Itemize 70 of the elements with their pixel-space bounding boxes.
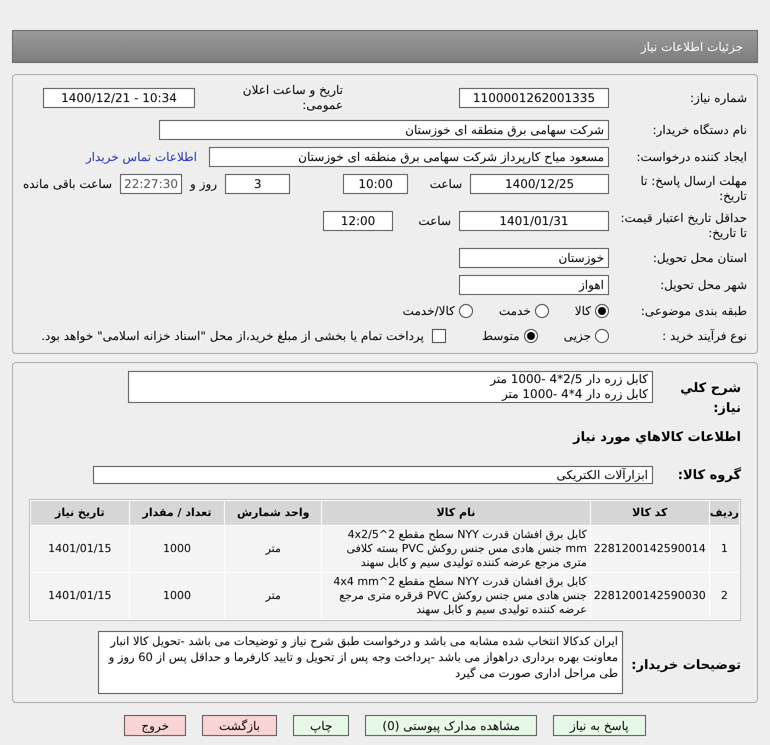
- buyer-notes-field: ایران کدکالا انتخاب شده مشابه می باشد و درخواست طبق شرح نیاز و توضیحات می باشد -تحویل کالا انبار معاونت بهره برداری دراهواز می باشد -پرداخت وجه پس از تحویل و تایید کارفرما و حداقل پس از 60 روز و طی مراحل اداری صورت می گیرد: [98, 631, 623, 694]
- field-label: شهر محل تحویل:: [659, 278, 747, 292]
- action-button[interactable]: خروج: [124, 715, 186, 736]
- table-cell: 1: [710, 526, 739, 572]
- radio-button[interactable]: [595, 304, 609, 318]
- radio-button[interactable]: [524, 329, 538, 343]
- radio-button[interactable]: [595, 329, 609, 343]
- time-label: ساعت: [417, 213, 451, 230]
- days-label: روز و: [190, 176, 218, 193]
- table-cell: کابل برق افشان قدرت NYY سطح مقطع 2^4x4 mm جنس هادی مس جنس روکش PVC قرقره متری مرجع عرضه کننده تولیدی سیم و کابل سهند: [322, 573, 590, 619]
- deadline-time-field: 10:00: [343, 174, 408, 194]
- table-cell: 1401/01/15: [31, 526, 129, 572]
- action-button[interactable]: پاسخ به نیاز: [552, 715, 646, 736]
- city-field: اهواز: [459, 275, 609, 295]
- description-field: کابل زره دار 2/5*4 -1000 متر کابل زره دار 4*4 -1000 متر: [128, 371, 653, 403]
- radio-button[interactable]: [458, 304, 473, 318]
- field-label: طبقه بندی موضوعی:: [640, 304, 747, 318]
- table-cell: متر: [225, 573, 322, 619]
- goods-group-field: ابزارآلات الکتریکی: [93, 466, 653, 484]
- field-label: حداقل تاریخ اعتبار قیمت: تا تاریخ:: [619, 211, 747, 241]
- province-field: خوزستان: [459, 248, 609, 268]
- radio-label: متوسط: [482, 328, 520, 345]
- announce-date-field: 1400/12/21 - 10:34: [43, 88, 195, 108]
- section-heading: اطلاعات کالاهاي مورد نياز: [572, 429, 741, 447]
- action-button[interactable]: چاپ: [293, 715, 350, 736]
- section-label: شرح کلي نياز:: [679, 380, 741, 418]
- radio-button[interactable]: [534, 304, 549, 318]
- table-cell: متر: [225, 526, 322, 572]
- column-header: تعداد / مقدار: [130, 501, 224, 525]
- action-button[interactable]: بازگشت: [202, 715, 277, 736]
- field-label: نوع فرآیند خرید :: [661, 328, 747, 344]
- radio-label: کالا: [574, 303, 591, 320]
- need-number-field: 1100001262001335: [459, 88, 609, 108]
- radio-label: کالا/خدمت: [402, 303, 455, 320]
- column-header: واحد شمارش: [225, 501, 322, 525]
- remaining-time-field: 22:27:30: [120, 174, 182, 194]
- table-cell: 1000: [130, 573, 224, 619]
- section-label: گروه کالا:: [676, 466, 741, 484]
- field-label: ایجاد کننده درخواست:: [635, 150, 747, 164]
- buyer-field: شرکت سهامی برق منطقه ای خوزستان: [159, 120, 609, 140]
- field-label: مهلت ارسال پاسخ: تا تاریخ:: [639, 174, 747, 204]
- radio-label: خدمت: [498, 303, 531, 320]
- checkbox-label: پرداخت تمام یا بخشی از مبلغ خرید،از محل "اسناد خزانه اسلامی" خواهد بود.: [41, 328, 424, 345]
- days-field: 3: [225, 174, 290, 194]
- action-button[interactable]: مشاهده مدارک پیوستی (0): [365, 715, 537, 736]
- validity-date-field: 1401/01/31: [459, 211, 609, 231]
- table-cell: 2281200142590030: [590, 573, 709, 619]
- field-label: استان محل تحویل:: [652, 250, 747, 266]
- radio-label: جزیی: [564, 328, 591, 345]
- checkbox[interactable]: [432, 329, 446, 343]
- table-cell: 1401/01/15: [31, 573, 129, 619]
- table-cell: 2281200142590014: [590, 526, 709, 572]
- requester-field: مسعود میاح کارپرداز شرکت سهامی برق منطقه ای خوزستان: [209, 147, 609, 167]
- column-header: نام کالا: [322, 501, 590, 525]
- deadline-date-field: 1400/12/25: [470, 174, 609, 194]
- column-header: تاریخ نیاز: [31, 501, 129, 525]
- table-cell: کابل برق افشان قدرت NYY سطح مقطع 2^4x2/5 mm جنس هادی مس جنس روکش PVC بسته کلافی متری مرجع عرضه کننده تولیدی سیم و کابل سهند: [322, 526, 590, 572]
- table-cell: 2: [710, 573, 739, 619]
- column-header: ردیف: [710, 501, 739, 525]
- validity-time-field: 12:00: [323, 211, 393, 231]
- remaining-label: ساعت باقی مانده: [23, 176, 112, 193]
- field-label: شماره نیاز:: [689, 90, 747, 106]
- page-title: جزئیات اطلاعات نیاز: [640, 38, 743, 56]
- section-label: توضیحات خریدار:: [631, 657, 741, 675]
- field-label: تاریخ و ساعت اعلان عمومی:: [242, 83, 343, 113]
- contact-link[interactable]: اطلاعات تماس خریدار: [86, 148, 197, 166]
- time-label: ساعت: [428, 176, 462, 193]
- table-cell: 1000: [130, 526, 224, 572]
- field-label: نام دستگاه خریدار:: [652, 122, 747, 138]
- column-header: کد کالا: [590, 501, 709, 525]
